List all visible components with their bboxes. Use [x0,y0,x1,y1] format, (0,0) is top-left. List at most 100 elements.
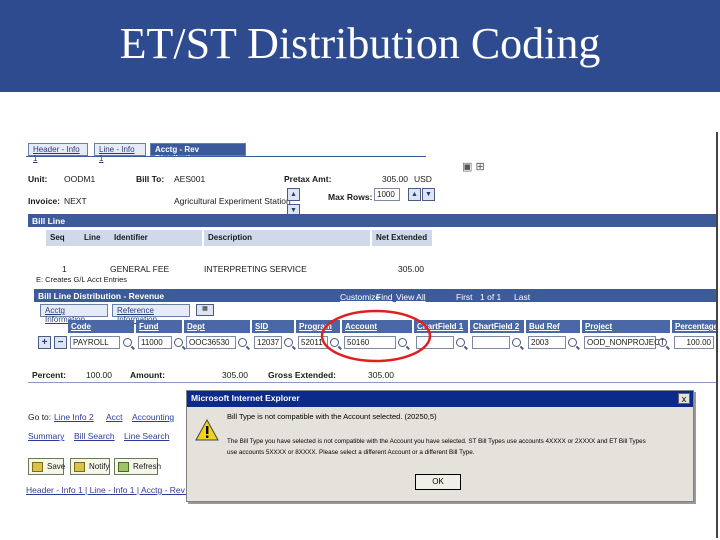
summary-link[interactable]: Summary [28,431,64,441]
customize-link[interactable]: Customize [340,292,380,302]
account-highlight-circle [320,309,432,363]
tab-underline [26,156,426,157]
project-input[interactable]: OOD_NONPROJECT [584,336,665,349]
dialog-message-3: use accounts 5XXXX or 8XXXX. Please sele… [227,449,475,456]
bill-search-link[interactable]: Bill Search [74,431,115,441]
save-button[interactable]: Save [28,458,66,475]
dist-col-dept[interactable]: Dept [184,320,250,333]
invoice-label: Invoice: [28,196,61,206]
bill-seq: 1 [62,264,67,274]
dist-col-sid[interactable]: SID [252,320,294,333]
subtab-reference-info[interactable]: Reference Information [112,304,190,324]
error-dialog: Microsoft Internet Explorer x Bill Type … [186,390,694,502]
view-all-link[interactable]: View All [396,292,426,302]
ok-button[interactable]: OK [415,474,461,490]
gross-label: Gross Extended: [268,370,337,380]
notify-icon [74,462,85,472]
maxrows-down-icon[interactable]: ▼ [422,188,435,201]
customer-name: Agricultural Experiment Station [174,196,291,206]
budref-input[interactable]: 2003 [528,336,566,349]
pretax-label: Pretax Amt: [284,174,332,184]
footer-tab-links[interactable]: Header - Info 1 | Line - Info 1 | Acctg … [26,485,186,495]
maxrows-up-icon[interactable]: ▲ [408,188,421,201]
find-link[interactable]: Find [376,292,393,302]
chartfield2-lookup-icon[interactable] [512,338,521,347]
dist-col-code[interactable]: Code [68,320,134,333]
col-line: Line [80,230,110,246]
fund-lookup-icon[interactable] [174,338,183,347]
maxrows-input[interactable]: 1000 [374,188,400,201]
pretax-value: 305.00 [382,174,408,184]
dialog-message-1: Bill Type is not compatible with the Acc… [227,412,437,421]
line-search-link[interactable]: Line Search [124,431,169,441]
tab-line-info-1[interactable]: Line - Info 1 [94,143,146,163]
invoice-value: NEXT [64,196,87,206]
percent-value: 100.00 [86,370,112,380]
dept-input[interactable]: OOC36530 [186,336,236,349]
percent-label: Percent: [32,370,67,380]
billto-label: Bill To: [136,174,165,184]
dialog-close-button[interactable]: x [678,393,690,404]
last-label[interactable]: Last [514,292,530,302]
dist-col-project[interactable]: Project [582,320,670,333]
pretax-currency: USD [414,174,432,184]
bill-net-extended: 305.00 [398,264,424,274]
grid-view-icon[interactable]: ▦ [196,304,214,316]
totals-divider [28,382,716,383]
amount-value: 305.00 [222,370,248,380]
save-icon [32,462,43,472]
subtab-acctg-info[interactable]: Acctg Information [40,304,108,324]
dialog-message-2: The Bill Type you have selected is not c… [227,438,646,445]
save-label: Save [47,462,66,471]
dist-col-chartfield2[interactable]: ChartField 2 [470,320,524,333]
dist-col-percentage[interactable]: Percentage [672,320,718,333]
unit-value: OODM1 [64,174,96,184]
bill-line-bar: Bill Line [28,214,716,227]
chartfield1-lookup-icon[interactable] [456,338,465,347]
maxrows-label: Max Rows: [328,192,373,202]
billto-value: AES001 [174,174,206,184]
goto-accounting[interactable]: Accounting [132,412,174,422]
project-lookup-icon[interactable] [658,338,667,347]
goto-label: Go to: [28,412,52,422]
fund-input[interactable]: 11000 [138,336,172,349]
gl-note: E: Creates G/L Acct Entries [36,275,128,284]
tab-header-info-1[interactable]: Header - Info 1 [28,143,88,163]
bill-description: INTERPRETING SERVICE [204,264,307,274]
chartfield2-input[interactable] [472,336,510,349]
help-icon[interactable]: ▣ ⊞ [462,160,485,173]
dist-col-budref[interactable]: Bud Ref [526,320,580,333]
code-input[interactable]: PAYROLL [70,336,120,349]
budref-lookup-icon[interactable] [568,338,577,347]
warning-icon [195,419,219,441]
code-lookup-icon[interactable] [123,338,132,347]
col-net-extended: Net Extended [372,230,432,246]
goto-acct[interactable]: Acct [106,412,123,422]
row-count: 1 of 1 [480,292,502,302]
percentage-input[interactable]: 100.00 [674,336,714,349]
tab-acctg-rev-distribution[interactable]: Acctg - Rev Distribution [150,143,246,163]
first-label[interactable]: First [456,292,473,302]
dist-col-fund[interactable]: Fund [136,320,182,333]
dept-lookup-icon[interactable] [238,338,247,347]
col-identifier: Identifier [110,230,202,246]
goto-line-info-2[interactable]: Line Info 2 [54,412,94,422]
refresh-button[interactable]: Refresh [114,458,162,475]
gross-value: 305.00 [368,370,394,380]
unit-label: Unit: [28,174,48,184]
dialog-title: Microsoft Internet Explorer [187,391,693,407]
add-row-button[interactable]: + [38,336,51,349]
notify-button[interactable]: Notify [70,458,110,475]
col-description: Description [204,230,370,246]
slide-banner: ET/ST Distribution Coding [0,0,720,92]
delete-row-button[interactable]: − [54,336,67,349]
refresh-label: Refresh [133,462,162,471]
sid-input[interactable]: 12037 [254,336,282,349]
screen-right-edge [716,132,718,538]
bill-identifier: GENERAL FEE [110,264,170,274]
notify-label: Notify [89,462,110,471]
sid-lookup-icon[interactable] [284,338,293,347]
slide-title: ET/ST Distribution Coding [119,19,601,68]
amount-label: Amount: [130,370,165,380]
arrow-up-icon[interactable]: ▲ [287,188,300,201]
